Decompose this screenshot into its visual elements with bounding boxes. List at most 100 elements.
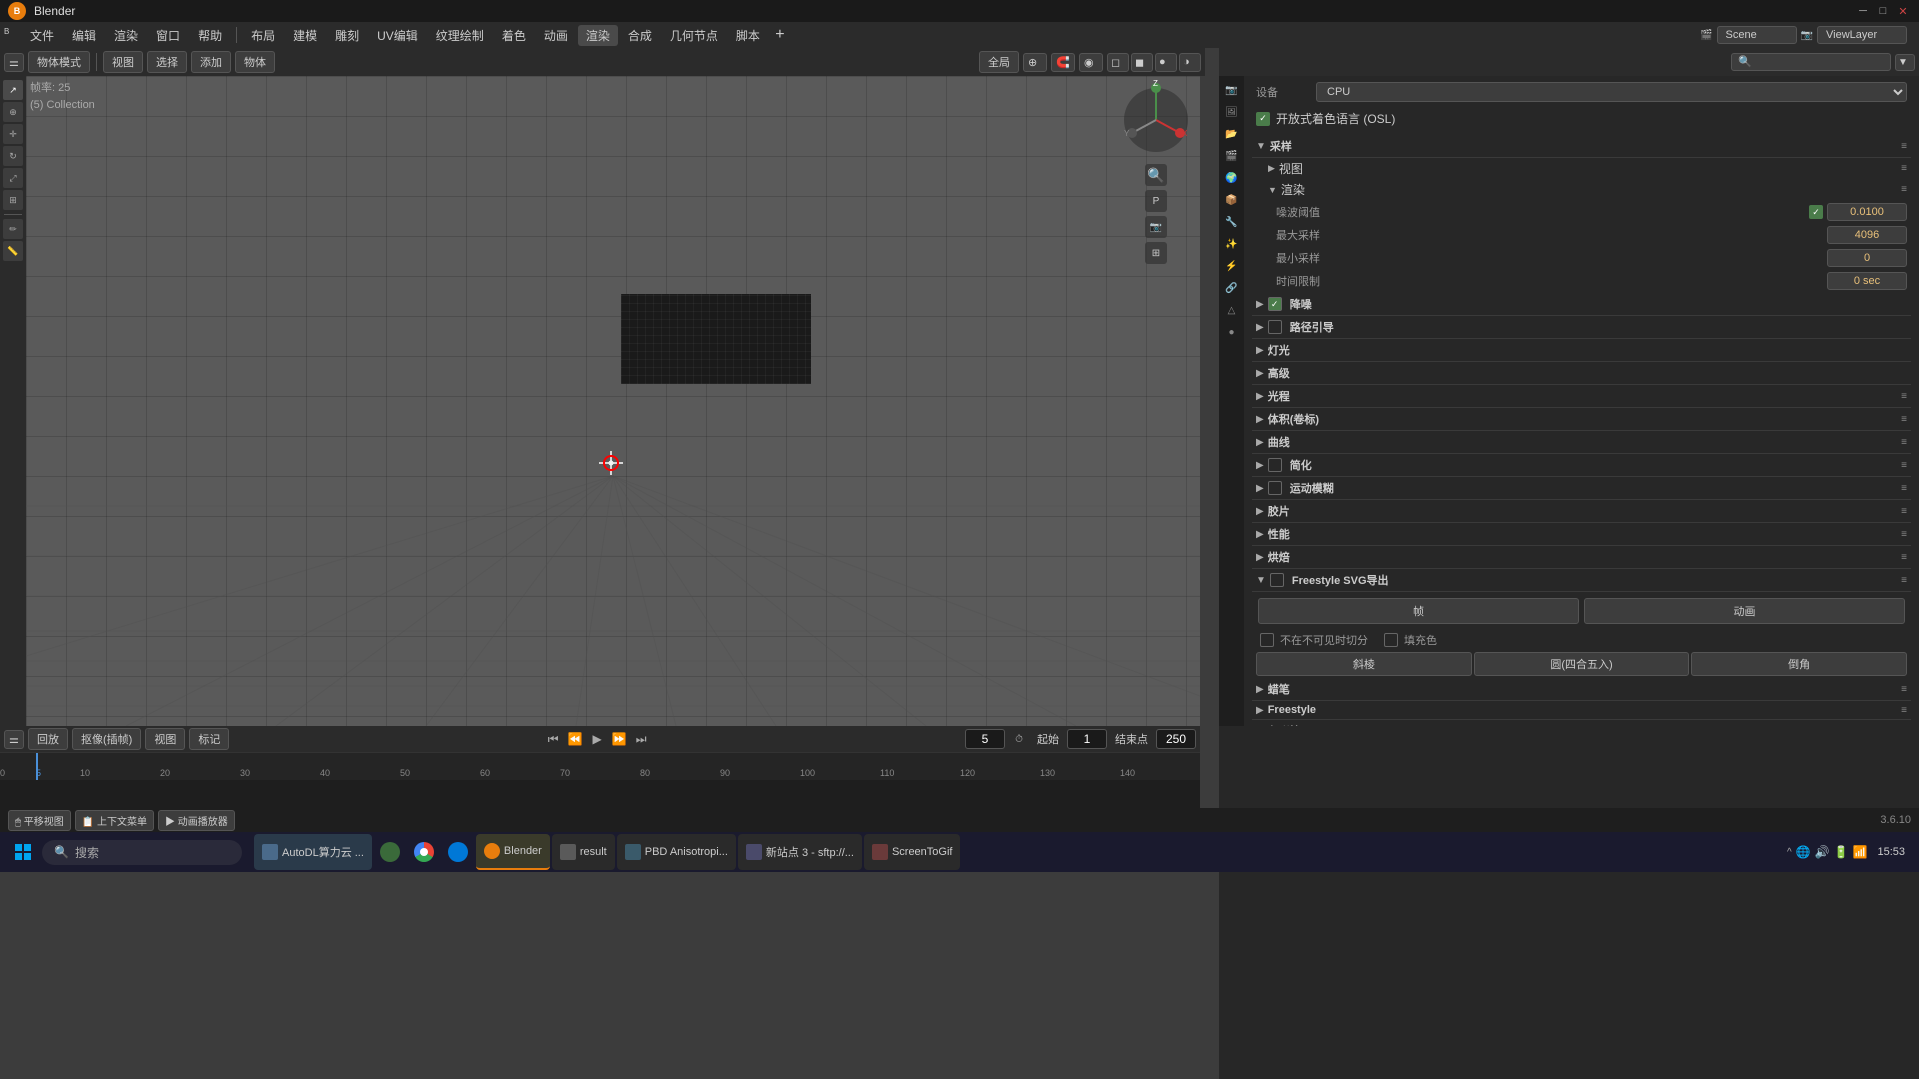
- 3d-viewport[interactable]: 帧率: 25 (5) Collection Z X Y �: [26, 76, 1200, 726]
- noise-threshold-value[interactable]: 0.0100: [1827, 203, 1907, 221]
- taskbar-app-autodl[interactable]: AutoDL算力云 ...: [254, 834, 372, 870]
- render-sub-header[interactable]: ▼ 渲染 ≡: [1264, 179, 1911, 200]
- device-select[interactable]: CPU: [1316, 82, 1907, 102]
- color-mgmt-section[interactable]: ▶ 色彩管理: [1252, 720, 1911, 726]
- overlay-btn[interactable]: ⊞: [1145, 242, 1167, 264]
- light-paths-menu[interactable]: ≡: [1901, 391, 1907, 402]
- animation-player-btn[interactable]: ▶ 动画播放器: [158, 810, 235, 831]
- curves-menu[interactable]: ≡: [1901, 437, 1907, 448]
- menu-render[interactable]: 渲染: [106, 25, 146, 46]
- viewport-shading-3[interactable]: ●: [1155, 53, 1177, 72]
- advanced-section[interactable]: ▶ 高级: [1252, 362, 1911, 385]
- menu-scripting[interactable]: 脚本: [728, 25, 768, 46]
- view-perspective-btn[interactable]: P: [1145, 190, 1167, 212]
- render-sub-menu[interactable]: ≡: [1901, 184, 1907, 195]
- jump-end-btn[interactable]: ⏭: [631, 729, 651, 749]
- taskbar-search[interactable]: 🔍 搜索: [42, 840, 242, 865]
- motion-blur-section[interactable]: ▶ 运动模糊 ≡: [1252, 477, 1911, 500]
- tool-scale[interactable]: ⤢: [3, 168, 23, 188]
- denoising-checkbox[interactable]: ✓: [1268, 297, 1282, 311]
- denoising-section[interactable]: ▶ ✓ 降噪: [1252, 293, 1911, 316]
- bottom-view-btn[interactable]: 视图: [145, 728, 185, 750]
- bevel-btn[interactable]: 斜棱: [1256, 652, 1472, 676]
- no-split-checkbox[interactable]: [1260, 633, 1274, 647]
- menu-animation[interactable]: 动画: [536, 25, 576, 46]
- titlebar-controls[interactable]: ─ □ ✕: [1855, 3, 1911, 19]
- minimize-button[interactable]: ─: [1855, 3, 1871, 19]
- windows-start-btn[interactable]: [8, 837, 38, 867]
- viewport-shading-1[interactable]: ◻: [1107, 53, 1129, 72]
- menu-shading[interactable]: 着色: [494, 25, 534, 46]
- object-menu-btn[interactable]: 物体: [235, 51, 275, 73]
- zoom-btn[interactable]: 🔍: [1145, 164, 1167, 186]
- performance-section[interactable]: ▶ 性能 ≡: [1252, 523, 1911, 546]
- taskbar-app-edge[interactable]: [442, 834, 474, 870]
- film-menu[interactable]: ≡: [1901, 506, 1907, 517]
- taskbar-clock[interactable]: 15:53: [1871, 844, 1911, 860]
- maximize-button[interactable]: □: [1875, 3, 1891, 19]
- camera-btn[interactable]: 📷: [1145, 216, 1167, 238]
- noise-threshold-check[interactable]: ✓: [1809, 205, 1823, 219]
- prop-tab-output[interactable]: 🖼: [1222, 102, 1242, 122]
- prop-tab-world[interactable]: 🌍: [1222, 168, 1242, 188]
- tool-cursor[interactable]: ⊕: [3, 102, 23, 122]
- baking-section[interactable]: ▶ 烘焙 ≡: [1252, 546, 1911, 569]
- freestyle-section[interactable]: ▶ Freestyle ≡: [1252, 701, 1911, 720]
- path-guiding-checkbox[interactable]: [1268, 320, 1282, 334]
- transform-pivot-btn[interactable]: ⊕: [1023, 53, 1047, 72]
- close-button[interactable]: ✕: [1895, 3, 1911, 19]
- menu-file[interactable]: 文件: [22, 25, 62, 46]
- freestyle-svg-checkbox[interactable]: [1270, 573, 1284, 587]
- taskbar-app-sftp[interactable]: 新站点 3 - sftp://...: [738, 834, 862, 870]
- film-section[interactable]: ▶ 胶片 ≡: [1252, 500, 1911, 523]
- simplify-menu[interactable]: ≡: [1901, 460, 1907, 471]
- prop-tab-scene[interactable]: 🎬: [1222, 146, 1242, 166]
- baking-menu[interactable]: ≡: [1901, 552, 1907, 563]
- sampling-section-header[interactable]: ▼ 采样 ≡: [1252, 135, 1911, 158]
- curves-section[interactable]: ▶ 曲线 ≡: [1252, 431, 1911, 454]
- viewlayer-selector[interactable]: ViewLayer: [1817, 26, 1907, 44]
- viewport-shading-4[interactable]: ◑: [1179, 53, 1201, 72]
- view-menu-btn[interactable]: 视图: [103, 51, 143, 73]
- light-paths-section[interactable]: ▶ 光程 ≡: [1252, 385, 1911, 408]
- tray-expand[interactable]: ^: [1787, 847, 1792, 858]
- tool-transform[interactable]: ⊞: [3, 190, 23, 210]
- volumes-menu[interactable]: ≡: [1901, 414, 1907, 425]
- timeline-ruler[interactable]: 5 0 10 20 30 40 50 60 70 80 90 100 110 1…: [0, 752, 1200, 780]
- menu-window[interactable]: 窗口: [148, 25, 188, 46]
- tool-select[interactable]: ↗: [3, 80, 23, 100]
- osl-checkbox[interactable]: ✓: [1256, 112, 1270, 126]
- fill-option-checkbox[interactable]: [1384, 633, 1398, 647]
- taskbar-app-blender[interactable]: Blender: [476, 834, 550, 870]
- performance-menu[interactable]: ≡: [1901, 529, 1907, 540]
- viewport-sub-menu[interactable]: ≡: [1901, 163, 1907, 174]
- menu-render-ws[interactable]: 渲染: [578, 25, 618, 46]
- min-samples-value[interactable]: 0: [1827, 249, 1907, 267]
- simplify-checkbox[interactable]: [1268, 458, 1282, 472]
- viewport-sub-header[interactable]: ▶ 视图 ≡: [1264, 158, 1911, 179]
- end-frame-display[interactable]: 250: [1156, 729, 1196, 749]
- menu-help[interactable]: 帮助: [190, 25, 230, 46]
- round-btn[interactable]: 圆(四合五入): [1474, 652, 1690, 676]
- wax-menu[interactable]: ≡: [1901, 684, 1907, 695]
- tool-rotate[interactable]: ↻: [3, 146, 23, 166]
- timeline-track[interactable]: [0, 780, 1200, 808]
- corner-btn[interactable]: 倒角: [1691, 652, 1907, 676]
- render-animate-btn[interactable]: 动画: [1584, 598, 1905, 624]
- context-menu-btn[interactable]: 📋 上下文菜单: [75, 810, 154, 831]
- prop-tab-particles[interactable]: ✨: [1222, 234, 1242, 254]
- pan-view-btn[interactable]: 🖱 平移视图: [8, 810, 71, 831]
- menu-layout[interactable]: 布局: [243, 25, 283, 46]
- time-limit-value[interactable]: 0 sec: [1827, 272, 1907, 290]
- freestyle-svg-menu[interactable]: ≡: [1901, 575, 1907, 586]
- taskbar-app-result[interactable]: result: [552, 834, 615, 870]
- tray-bluetooth[interactable]: 📶: [1853, 845, 1868, 859]
- global-btn[interactable]: 全局: [979, 51, 1019, 73]
- editor-type-bottom[interactable]: ⚌: [4, 730, 24, 749]
- taskbar-app-screentogif[interactable]: ScreenToGif: [864, 834, 961, 870]
- snapping-btn[interactable]: 🧲: [1051, 53, 1075, 72]
- menu-compositing[interactable]: 合成: [620, 25, 660, 46]
- properties-expand[interactable]: ▼: [1895, 54, 1915, 71]
- mode-selector[interactable]: 物体模式: [28, 51, 90, 73]
- path-guiding-section[interactable]: ▶ 路径引导: [1252, 316, 1911, 339]
